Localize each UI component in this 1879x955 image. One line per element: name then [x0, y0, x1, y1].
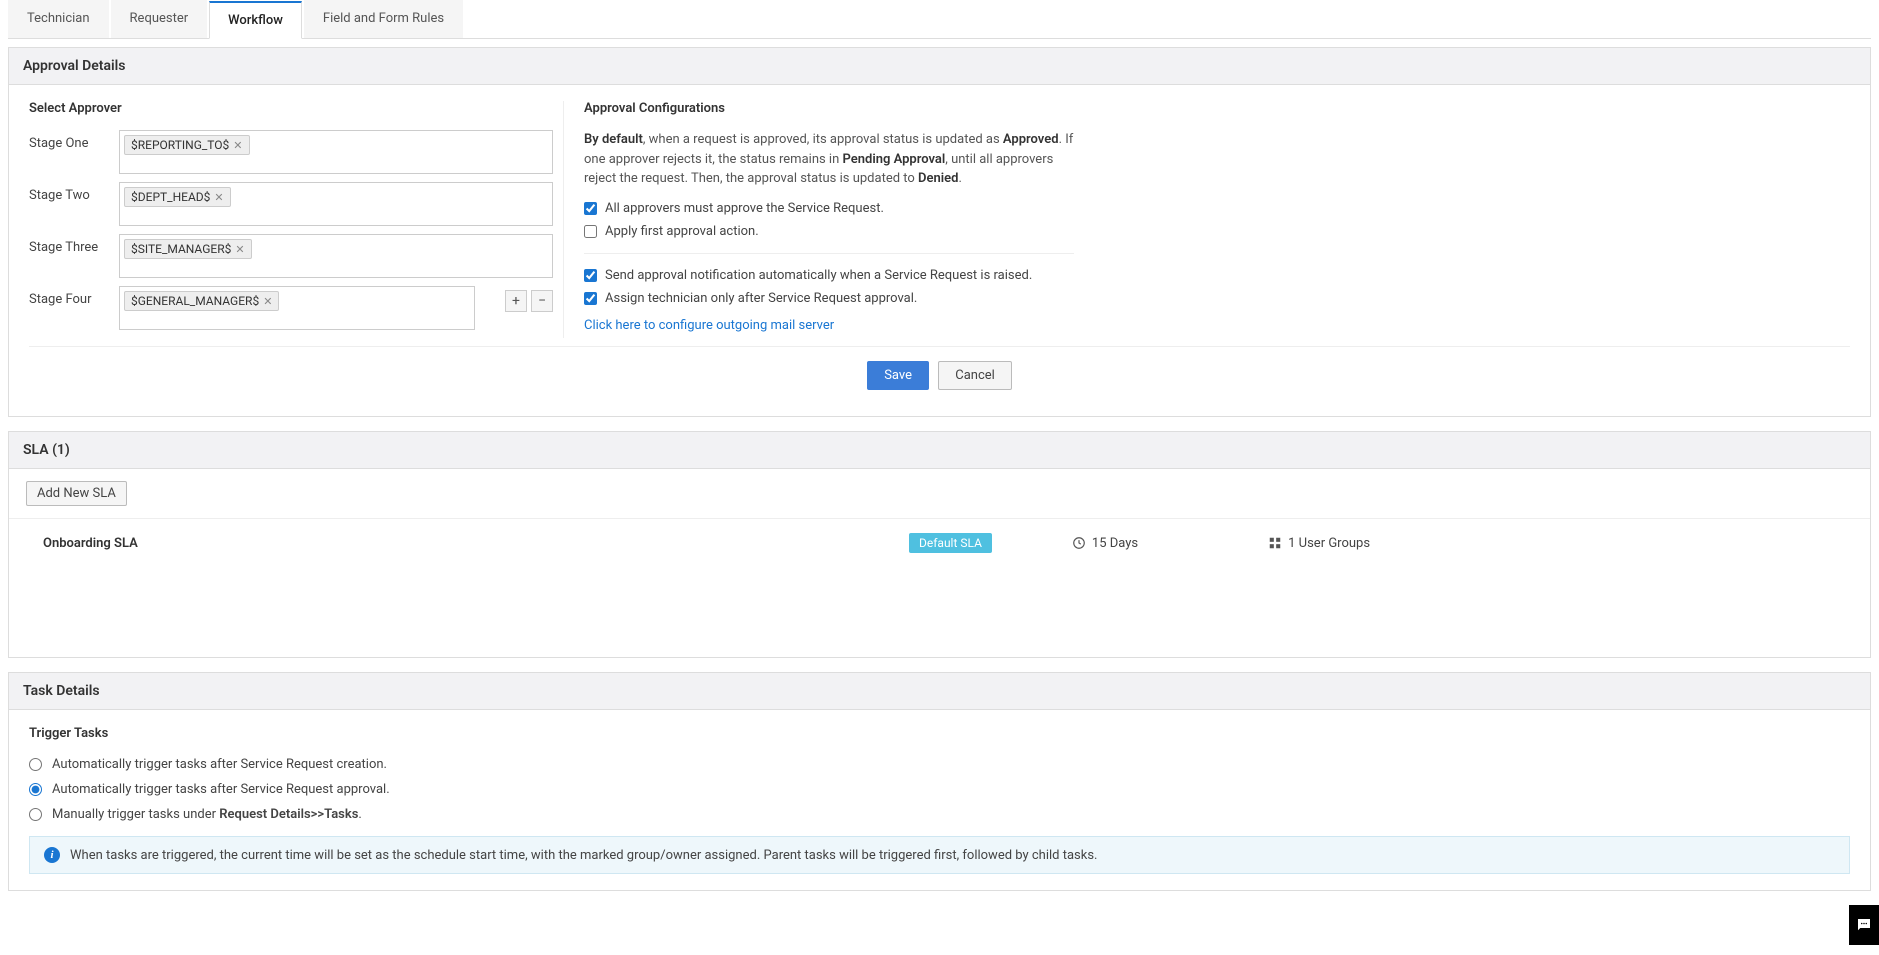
- trigger-manual-radio[interactable]: [29, 808, 42, 821]
- remove-tag-icon[interactable]: ✕: [233, 139, 242, 152]
- trigger-after-approval-label: Automatically trigger tasks after Servic…: [52, 782, 390, 797]
- tab-field-form-rules[interactable]: Field and Form Rules: [304, 0, 463, 38]
- add-stage-button[interactable]: +: [505, 290, 527, 312]
- save-button[interactable]: Save: [867, 361, 929, 390]
- stage-label: Stage Three: [29, 234, 119, 255]
- approval-description: By default, when a request is approved, …: [584, 130, 1074, 189]
- all-approvers-label: All approvers must approve the Service R…: [605, 201, 884, 216]
- sla-default-badge: Default SLA: [909, 533, 992, 553]
- tab-workflow[interactable]: Workflow: [209, 1, 302, 39]
- trigger-after-approval-radio[interactable]: [29, 783, 42, 796]
- send-notification-label: Send approval notification automatically…: [605, 268, 1032, 283]
- sla-duration: 15 Days: [1092, 536, 1138, 551]
- stage-three-input[interactable]: $SITE_MANAGER$✕: [119, 234, 553, 278]
- tabs-bar: Technician Requester Workflow Field and …: [8, 0, 1871, 39]
- send-notification-checkbox[interactable]: [584, 269, 597, 282]
- trigger-after-creation-radio[interactable]: [29, 758, 42, 771]
- approver-tag: $DEPT_HEAD$✕: [124, 187, 231, 207]
- trigger-tasks-label: Trigger Tasks: [29, 726, 1850, 741]
- trigger-manual-label: Manually trigger tasks under Request Det…: [52, 807, 362, 822]
- sla-panel: SLA (1) Add New SLA Onboarding SLA Defau…: [8, 431, 1871, 658]
- trigger-after-creation-label: Automatically trigger tasks after Servic…: [52, 757, 387, 772]
- configure-mail-link[interactable]: Click here to configure outgoing mail se…: [584, 318, 834, 333]
- assign-after-label: Assign technician only after Service Req…: [605, 291, 917, 306]
- add-sla-button[interactable]: Add New SLA: [26, 481, 127, 506]
- clock-icon: [1072, 536, 1086, 550]
- group-icon: [1268, 536, 1282, 550]
- stage-label: Stage Two: [29, 182, 119, 203]
- tab-technician[interactable]: Technician: [8, 0, 109, 38]
- task-details-panel: Task Details Trigger Tasks Automatically…: [8, 672, 1871, 891]
- sla-name: Onboarding SLA: [29, 536, 909, 551]
- remove-tag-icon[interactable]: ✕: [235, 243, 244, 256]
- stage-one-input[interactable]: $REPORTING_TO$✕: [119, 130, 553, 174]
- task-header: Task Details: [9, 673, 1870, 710]
- approver-tag: $GENERAL_MANAGER$✕: [124, 291, 279, 311]
- stage-two-input[interactable]: $DEPT_HEAD$✕: [119, 182, 553, 226]
- task-info-box: i When tasks are triggered, the current …: [29, 836, 1850, 874]
- first-approval-label: Apply first approval action.: [605, 224, 759, 239]
- task-info-text: When tasks are triggered, the current ti…: [70, 848, 1097, 863]
- all-approvers-checkbox[interactable]: [584, 202, 597, 215]
- info-icon: i: [44, 847, 60, 863]
- chat-widget-button[interactable]: [1849, 905, 1879, 945]
- sla-header: SLA (1): [9, 432, 1870, 469]
- approval-details-panel: Approval Details Select Approver Stage O…: [8, 47, 1871, 417]
- stage-label: Stage One: [29, 130, 119, 151]
- tab-requester[interactable]: Requester: [111, 0, 208, 38]
- cancel-button[interactable]: Cancel: [938, 361, 1012, 390]
- remove-tag-icon[interactable]: ✕: [214, 191, 223, 204]
- approval-config-label: Approval Configurations: [584, 101, 1074, 116]
- sla-groups: 1 User Groups: [1288, 536, 1370, 551]
- select-approver-label: Select Approver: [29, 101, 553, 116]
- first-approval-checkbox[interactable]: [584, 225, 597, 238]
- remove-stage-button[interactable]: −: [531, 290, 553, 312]
- stage-label: Stage Four: [29, 286, 119, 307]
- approver-tag: $REPORTING_TO$✕: [124, 135, 250, 155]
- approval-header: Approval Details: [9, 48, 1870, 85]
- sla-item[interactable]: Onboarding SLA Default SLA 15 Days 1 Use…: [9, 518, 1870, 567]
- stage-four-input[interactable]: $GENERAL_MANAGER$✕: [119, 286, 475, 330]
- remove-tag-icon[interactable]: ✕: [263, 295, 272, 308]
- assign-after-checkbox[interactable]: [584, 292, 597, 305]
- approver-tag: $SITE_MANAGER$✕: [124, 239, 252, 259]
